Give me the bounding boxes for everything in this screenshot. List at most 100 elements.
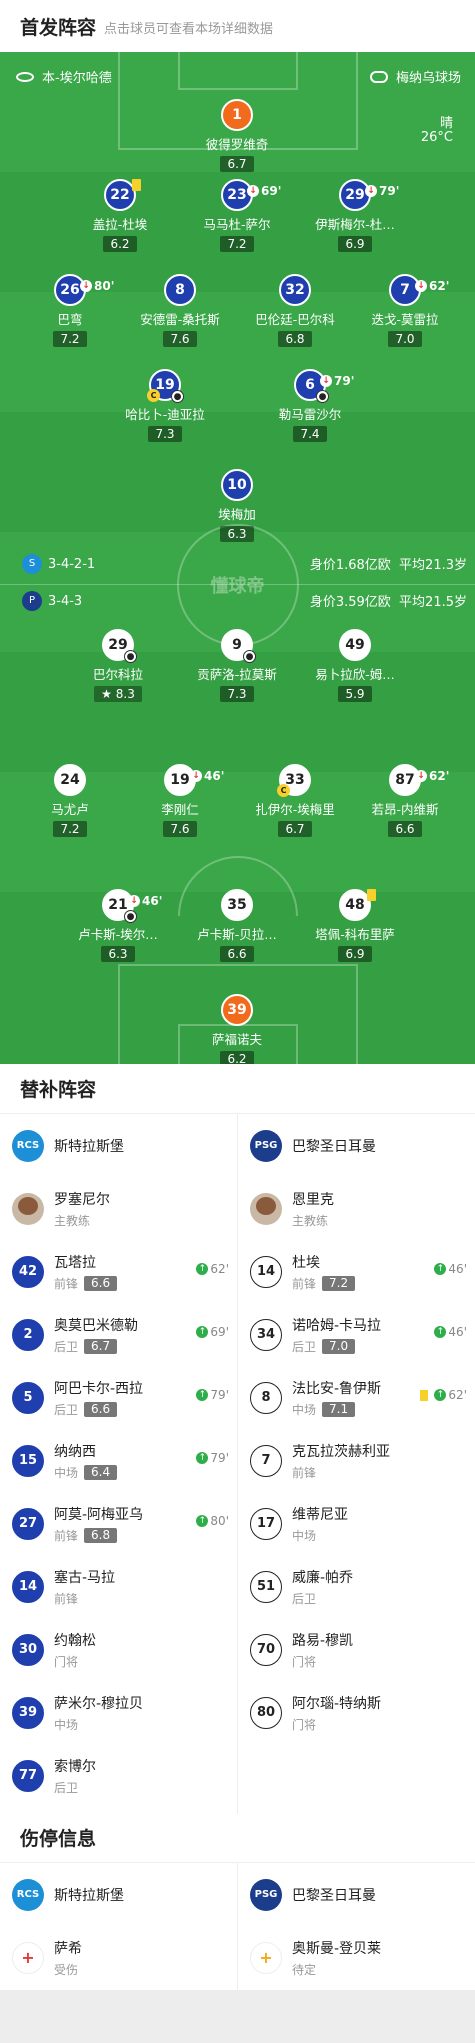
coach-row[interactable]: 恩里克 主教练 (238, 1177, 475, 1240)
pitch: 本-埃尔哈德 梅纳乌球场 晴 26°C 懂球帝 S 3-4-2-1 身价1.68亿… (0, 52, 475, 1064)
jersey-number: 5 (12, 1381, 44, 1414)
pitch-player-home[interactable]: 23 ↓ 69' 马马杜-萨尔 7.2 (182, 179, 292, 252)
pitch-player-home[interactable]: 10 埃梅加 6.3 (182, 469, 292, 542)
sub-minute: 46' (204, 769, 225, 783)
pitch-player-away[interactable]: 21 ● ↓ 46' 卢卡斯-埃尔… 6.3 (63, 889, 173, 962)
bench-player-row[interactable]: 42 瓦塔拉 前锋 6.6 ↑ 62' (0, 1240, 237, 1303)
pitch-player-home[interactable]: 32 巴伦廷-巴尔科 6.8 (240, 274, 350, 347)
bench-player-row[interactable]: 14 杜埃 前锋 7.2 ↑ 46' (238, 1240, 475, 1303)
player-name: 勒马雷沙尔 (278, 407, 342, 422)
sub-in-indicator: ↑ 80' (196, 1514, 229, 1528)
pitch-player-away[interactable]: 39 萨福诺夫 6.2 (182, 994, 292, 1064)
away-value: 身价3.59亿欧 (309, 595, 391, 610)
bench-player-row[interactable]: 14 塞古-马拉 前锋 (0, 1555, 237, 1618)
player-name: 纳纳西 (54, 1443, 96, 1460)
medical-cross-icon: + (12, 1941, 44, 1974)
jersey-number: 29 ● (102, 629, 137, 663)
jersey-number: 2 (12, 1318, 44, 1351)
pitch-player-away[interactable]: 9 ● 贡萨洛-拉莫斯 7.3 (182, 629, 292, 702)
jersey-number: 39 (221, 994, 253, 1026)
sub-in-icon: ↑ (196, 1389, 209, 1401)
pitch-player-home[interactable]: 19 C ● 哈比卜-迪亚拉 7.3 (110, 369, 220, 442)
jersey-number: 1 (221, 99, 253, 131)
coach-name: 恩里克 (292, 1191, 334, 1208)
jersey-number: 48 (339, 889, 376, 921)
pitch-player-home[interactable]: 8 安德雷-桑托斯 7.6 (125, 274, 235, 347)
player-rating: 6.3 (220, 526, 254, 542)
player-position: 后卫 (292, 1339, 317, 1354)
injury-row-away[interactable]: + 奥斯曼-登贝莱 待定 (238, 1926, 475, 1989)
stadium-name: 梅纳乌球场 (395, 71, 461, 86)
pitch-player-home[interactable]: 26 ↓ 80' 巴弯 7.2 (15, 274, 125, 347)
bench-player-row[interactable]: 34 诺哈姆-卡马拉 后卫 7.0 ↑ 46' (238, 1303, 475, 1366)
jersey-number: 33 C (277, 764, 311, 797)
team-name: 斯特拉斯堡 (54, 1138, 124, 1155)
player-name: 卢卡斯-埃尔… (78, 927, 158, 942)
injury-row-home[interactable]: + 萨希 受伤 (0, 1926, 237, 1989)
pitch-player-away[interactable]: 48 塔佩-科布里萨 6.9 (300, 889, 410, 962)
player-name: 克瓦拉茨赫利亚 (292, 1443, 390, 1460)
player-position: 中场 (54, 1465, 79, 1480)
pitch-player-home[interactable]: 22 盖拉-杜埃 6.2 (65, 179, 175, 252)
injured-player-name: 奥斯曼-登贝莱 (292, 1940, 382, 1957)
pitch-player-away[interactable]: 19 ↓ 46' 李刚仁 7.6 (125, 764, 235, 837)
pitch-player-away[interactable]: 87 ↓ 62' 若昂-内维斯 6.6 (350, 764, 460, 837)
sub-minute: 46' (448, 1325, 467, 1339)
injury-team-away: PSG 巴黎圣日耳曼 (238, 1863, 475, 1926)
jersey-number: 22 (104, 179, 141, 211)
pitch-player-away[interactable]: 35 卢卡斯-贝拉… 6.6 (182, 889, 292, 962)
jersey-number: 39 (12, 1696, 44, 1729)
player-position: 门将 (54, 1654, 79, 1669)
sub-minute: 69' (261, 184, 282, 198)
player-name: 诺哈姆-卡马拉 (292, 1317, 382, 1334)
bench-player-row[interactable]: 8 法比安-鲁伊斯 中场 7.1 ↑ 62' (238, 1366, 475, 1429)
bench-player-row[interactable]: 15 纳纳西 中场 6.4 ↑ 79' (0, 1429, 237, 1492)
pitch-player-home[interactable]: 1 彼得罗维奇 6.7 (182, 99, 292, 172)
sub-in-indicator: ↑ 62' (196, 1262, 229, 1276)
bench-player-row[interactable]: 70 路易-穆凯 门将 (238, 1618, 475, 1681)
sub-minute: 62' (429, 769, 450, 783)
sub-out-icon: ↓ (415, 280, 427, 292)
player-name: 卢卡斯-贝拉… (197, 927, 277, 942)
pitch-player-home[interactable]: 29 ↓ 79' 伊斯梅尔-杜… 6.9 (300, 179, 410, 252)
player-rating: 6.2 (103, 236, 137, 252)
jersey-number: 23 ↓ 69' (221, 179, 281, 211)
sub-in-icon: ↑ (434, 1326, 447, 1338)
player-rating: ★ 8.3 (94, 686, 142, 702)
away-formation: 3-4-3 (48, 593, 83, 609)
jersey-number: 15 (12, 1444, 44, 1477)
coach-name: 罗塞尼尔 (54, 1191, 110, 1208)
strasbourg-logo-icon: RCS (12, 1129, 44, 1162)
player-position: 中场 (54, 1717, 79, 1732)
bench-player-row[interactable]: 2 奥莫巴米德勒 后卫 6.7 ↑ 69' (0, 1303, 237, 1366)
jersey-number: 49 (339, 629, 371, 661)
sub-out-icon: ↓ (190, 770, 202, 782)
player-rating: 6.6 (84, 1275, 118, 1291)
pitch-player-away[interactable]: 24 马尤卢 7.2 (15, 764, 125, 837)
bench-player-row[interactable]: 77 索博尔 后卫 (0, 1744, 237, 1807)
jersey-number: 8 (250, 1381, 282, 1414)
coach-row[interactable]: 罗塞尼尔 主教练 (0, 1177, 237, 1240)
yellow-card-icon (367, 889, 376, 901)
pitch-player-away[interactable]: 29 ● 巴尔科拉 ★ 8.3 (63, 629, 173, 702)
pitch-player-away[interactable]: 49 易卜拉欣-姆… 5.9 (300, 629, 410, 702)
bench-player-row[interactable]: 80 阿尔瑙-特纳斯 门将 (238, 1681, 475, 1744)
bench-player-row[interactable]: 17 维蒂尼亚 中场 (238, 1492, 475, 1555)
pitch-player-home[interactable]: 6 ● ↓ 79' 勒马雷沙尔 7.4 (255, 369, 365, 442)
bench-player-row[interactable]: 30 约翰松 门将 (0, 1618, 237, 1681)
player-rating: 6.7 (84, 1338, 118, 1354)
bench-player-row[interactable]: 27 阿莫-阿梅亚乌 前锋 6.8 ↑ 80' (0, 1492, 237, 1555)
away-team-info: P 3-4-3 身价3.59亿欧 平均21.5岁 (0, 591, 475, 613)
sub-minute: 46' (142, 894, 163, 908)
bench-player-row[interactable]: 39 萨米尔-穆拉贝 中场 (0, 1681, 237, 1744)
coach-role: 主教练 (292, 1213, 329, 1228)
player-rating: 7.2 (220, 236, 254, 252)
player-name: 萨福诺夫 (211, 1032, 262, 1047)
bench-player-row[interactable]: 51 威廉-帕乔 后卫 (238, 1555, 475, 1618)
pitch-player-away[interactable]: 33 C 扎伊尔-埃梅里 6.7 (240, 764, 350, 837)
bench-player-row[interactable]: 5 阿巴卡尔-西拉 后卫 6.6 ↑ 79' (0, 1366, 237, 1429)
bench-player-row[interactable]: 7 克瓦拉茨赫利亚 前锋 (238, 1429, 475, 1492)
sub-in-indicator: ↑ 79' (196, 1388, 229, 1402)
sub-out-icon: ↓ (128, 895, 140, 907)
pitch-player-home[interactable]: 7 ↓ 62' 迭戈-莫雷拉 7.0 (350, 274, 460, 347)
